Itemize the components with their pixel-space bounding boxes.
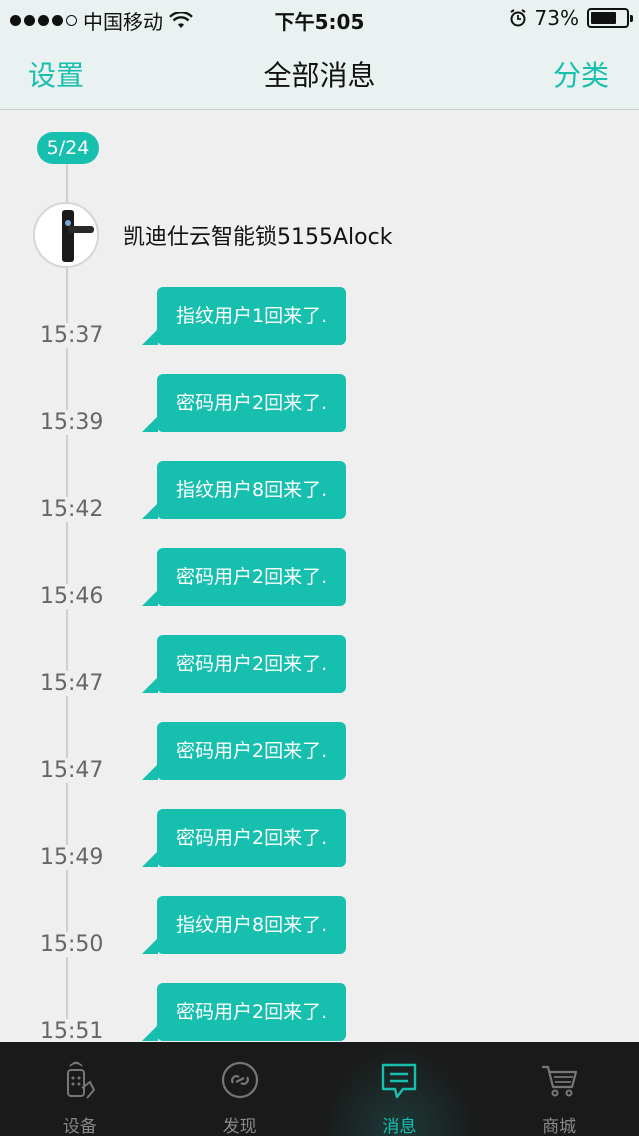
bubble-tail <box>142 503 158 519</box>
message-time: 15:47 <box>39 671 105 696</box>
tab-discover-label: 发现 <box>222 1117 257 1136</box>
message-time: 15:51 <box>39 1019 105 1042</box>
tab-messages[interactable]: 消息 <box>319 1042 480 1136</box>
message-time: 15:47 <box>39 758 105 783</box>
message-bubble[interactable]: 密码用户2回来了. <box>157 374 347 432</box>
battery-level <box>591 12 616 24</box>
device-header[interactable]: 凯迪仕云智能锁5155Alock <box>33 202 392 268</box>
bubble-tail <box>142 329 158 345</box>
alarm-icon <box>509 9 526 27</box>
category-button[interactable]: 分类 <box>553 54 609 94</box>
message-list[interactable]: 5/24 凯迪仕云智能锁5155Alock 指纹用户1回来了. 15:37 密码用户… <box>0 110 639 1042</box>
tab-mall[interactable]: 商城 <box>479 1042 639 1136</box>
message-row[interactable]: 密码用户2回来了. 15:39 <box>0 374 639 435</box>
tab-mall-label: 商城 <box>542 1117 577 1136</box>
cart-icon <box>542 1065 578 1097</box>
bubble-tail <box>142 938 158 954</box>
device-avatar[interactable] <box>33 202 99 268</box>
message-row[interactable]: 指纹用户8回来了. 15:42 <box>0 461 639 522</box>
device-remote-icon <box>66 1061 96 1099</box>
bubble-tail <box>142 416 158 432</box>
message-time: 15:42 <box>39 497 105 522</box>
bubble-tail <box>142 764 158 780</box>
message-row[interactable]: 密码用户2回来了. 15:46 <box>0 548 639 609</box>
message-row[interactable]: 密码用户2回来了. 15:49 <box>0 809 639 870</box>
message-time: 15:39 <box>39 410 105 435</box>
device-name: 凯迪仕云智能锁5155Alock <box>123 225 393 250</box>
tab-device-label: 设备 <box>62 1117 97 1136</box>
message-bubble[interactable]: 密码用户2回来了. <box>157 635 347 693</box>
bubble-tail <box>142 677 158 693</box>
message-bubble[interactable]: 密码用户2回来了. <box>157 722 347 780</box>
message-time: 15:46 <box>39 584 105 609</box>
discover-link-icon <box>221 1061 258 1099</box>
message-bubble[interactable]: 指纹用户1回来了. <box>157 287 347 345</box>
header: 中国移动 下午5:05 73% 设置 全部消息 分类 <box>0 0 639 110</box>
message-row[interactable]: 密码用户2回来了. 15:51 <box>0 983 639 1042</box>
status-bar: 中国移动 下午5:05 73% <box>0 0 639 36</box>
battery-icon <box>587 8 633 28</box>
message-time: 15:50 <box>39 932 105 957</box>
nav-bar: 设置 全部消息 分类 <box>0 36 639 109</box>
message-bubble[interactable]: 密码用户2回来了. <box>157 983 347 1041</box>
tab-bar: 设备 发现 消息 商城 <box>0 1042 639 1136</box>
message-bubble[interactable]: 指纹用户8回来了. <box>157 461 347 519</box>
message-time: 15:49 <box>39 845 105 870</box>
bubble-tail <box>142 851 158 867</box>
tab-discover[interactable]: 发现 <box>160 1042 320 1136</box>
bubble-tail <box>142 1025 158 1041</box>
message-time: 15:37 <box>39 323 105 348</box>
page-title: 全部消息 <box>263 59 376 92</box>
message-bubble[interactable]: 密码用户2回来了. <box>157 809 347 867</box>
bubble-tail <box>142 590 158 606</box>
tab-messages-label: 消息 <box>382 1117 417 1136</box>
status-right: 73% <box>509 6 633 30</box>
message-icon <box>382 1063 417 1099</box>
message-bubble[interactable]: 指纹用户8回来了. <box>157 896 347 954</box>
message-bubble[interactable]: 密码用户2回来了. <box>157 548 347 606</box>
message-row[interactable]: 指纹用户1回来了. 15:37 <box>0 287 639 348</box>
tab-device[interactable]: 设备 <box>0 1042 160 1136</box>
message-row[interactable]: 密码用户2回来了. 15:47 <box>0 635 639 696</box>
message-row[interactable]: 密码用户2回来了. 15:47 <box>0 722 639 783</box>
date-badge: 5/24 <box>37 132 99 164</box>
message-row[interactable]: 指纹用户8回来了. 15:50 <box>0 896 639 957</box>
battery-percent: 73% <box>534 6 579 30</box>
